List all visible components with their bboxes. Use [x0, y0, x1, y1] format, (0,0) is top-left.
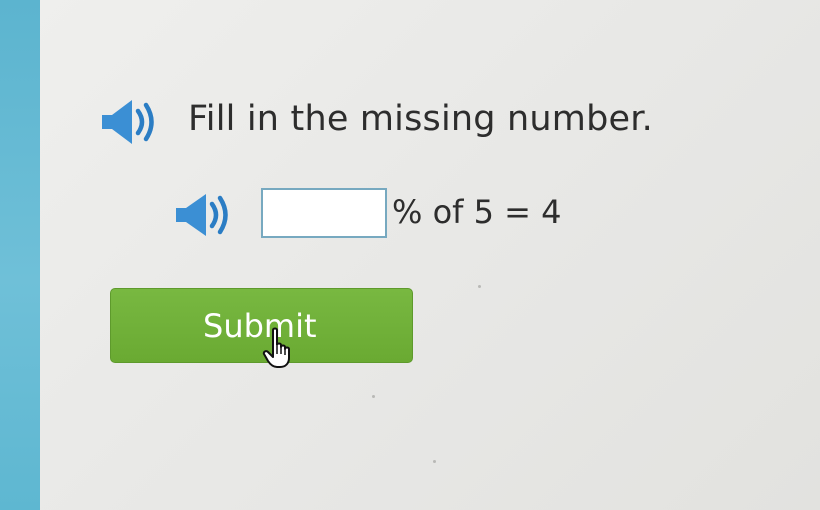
submit-button-label: Submit — [203, 307, 317, 345]
question-text: Fill in the missing number. — [188, 99, 653, 139]
practice-panel — [40, 0, 820, 510]
screen-speck — [433, 460, 436, 463]
screen-speck — [372, 395, 375, 398]
submit-button[interactable]: Submit — [110, 288, 413, 363]
equation-text: % of 5 = 4 — [392, 193, 562, 231]
answer-input[interactable] — [261, 188, 387, 238]
problem-speaker-icon[interactable] — [174, 192, 234, 238]
question-speaker-icon[interactable] — [100, 98, 160, 146]
screen-speck — [478, 285, 481, 288]
left-sidebar-strip — [0, 0, 40, 510]
